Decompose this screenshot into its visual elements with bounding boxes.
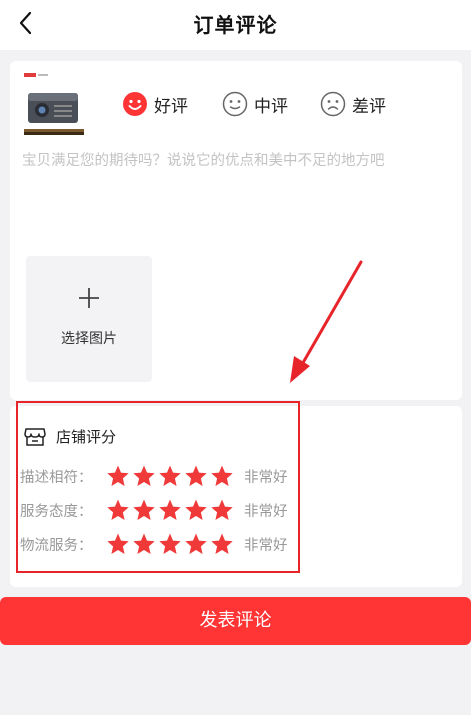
submit-review-button[interactable]: 发表评论 <box>0 597 471 645</box>
star-icon[interactable] <box>158 498 182 522</box>
rating-option-bad[interactable]: 差评 <box>320 89 386 119</box>
score-label: 物流服务： <box>20 537 93 554</box>
rating-option-label: 中评 <box>254 96 288 117</box>
star-icon[interactable] <box>106 464 130 488</box>
score-row-description: 描述相符： 非常好 <box>20 463 288 489</box>
upload-label: 选择图片 <box>61 331 117 347</box>
star-icon[interactable] <box>106 498 130 522</box>
smile-face-filled-icon <box>123 92 147 116</box>
projector-thumbnail <box>24 73 84 135</box>
score-row-logistics: 物流服务： 非常好 <box>20 531 288 557</box>
star-icon[interactable] <box>158 532 182 556</box>
rating-option-neutral[interactable]: 中评 <box>222 89 288 119</box>
rating-option-label: 差评 <box>352 96 386 117</box>
score-row-service: 服务态度： 非常好 <box>20 497 288 523</box>
star-icon[interactable] <box>184 532 208 556</box>
shop-rating-header: 店铺评分 <box>24 426 116 447</box>
sad-face-icon <box>320 91 346 117</box>
shop-rating-title: 店铺评分 <box>56 428 117 446</box>
score-label: 服务态度： <box>20 503 93 520</box>
review-card: 好评 中评 差评 选择图片 <box>10 61 462 400</box>
review-textarea[interactable] <box>22 149 452 229</box>
score-label: 描述相符： <box>20 469 93 486</box>
star-icon[interactable] <box>210 532 234 556</box>
product-thumbnail <box>24 73 84 135</box>
rating-option-label: 好评 <box>154 96 188 117</box>
upload-image-button[interactable]: 选择图片 <box>26 256 152 382</box>
star-icon[interactable] <box>210 498 234 522</box>
star-icon[interactable] <box>132 532 156 556</box>
store-icon <box>24 427 46 446</box>
star-rating[interactable] <box>106 464 236 488</box>
shop-rating-card: 店铺评分 描述相符： 非常好 服务态度： 非常好 物流服务： 非常好 <box>10 406 462 587</box>
top-nav-bar: 订单评论 <box>0 0 471 50</box>
star-icon[interactable] <box>210 464 234 488</box>
score-text: 非常好 <box>244 469 288 486</box>
plus-icon <box>79 288 99 308</box>
score-text: 非常好 <box>244 503 288 520</box>
page-title: 订单评论 <box>193 13 278 37</box>
star-icon[interactable] <box>184 498 208 522</box>
star-icon[interactable] <box>132 498 156 522</box>
neutral-face-icon <box>222 91 248 117</box>
star-rating[interactable] <box>106 498 236 522</box>
star-icon[interactable] <box>132 464 156 488</box>
rating-option-good[interactable]: 好评 <box>122 89 188 119</box>
star-icon[interactable] <box>106 532 130 556</box>
star-icon[interactable] <box>158 464 182 488</box>
score-text: 非常好 <box>244 537 288 554</box>
star-icon[interactable] <box>184 464 208 488</box>
star-rating[interactable] <box>106 532 236 556</box>
